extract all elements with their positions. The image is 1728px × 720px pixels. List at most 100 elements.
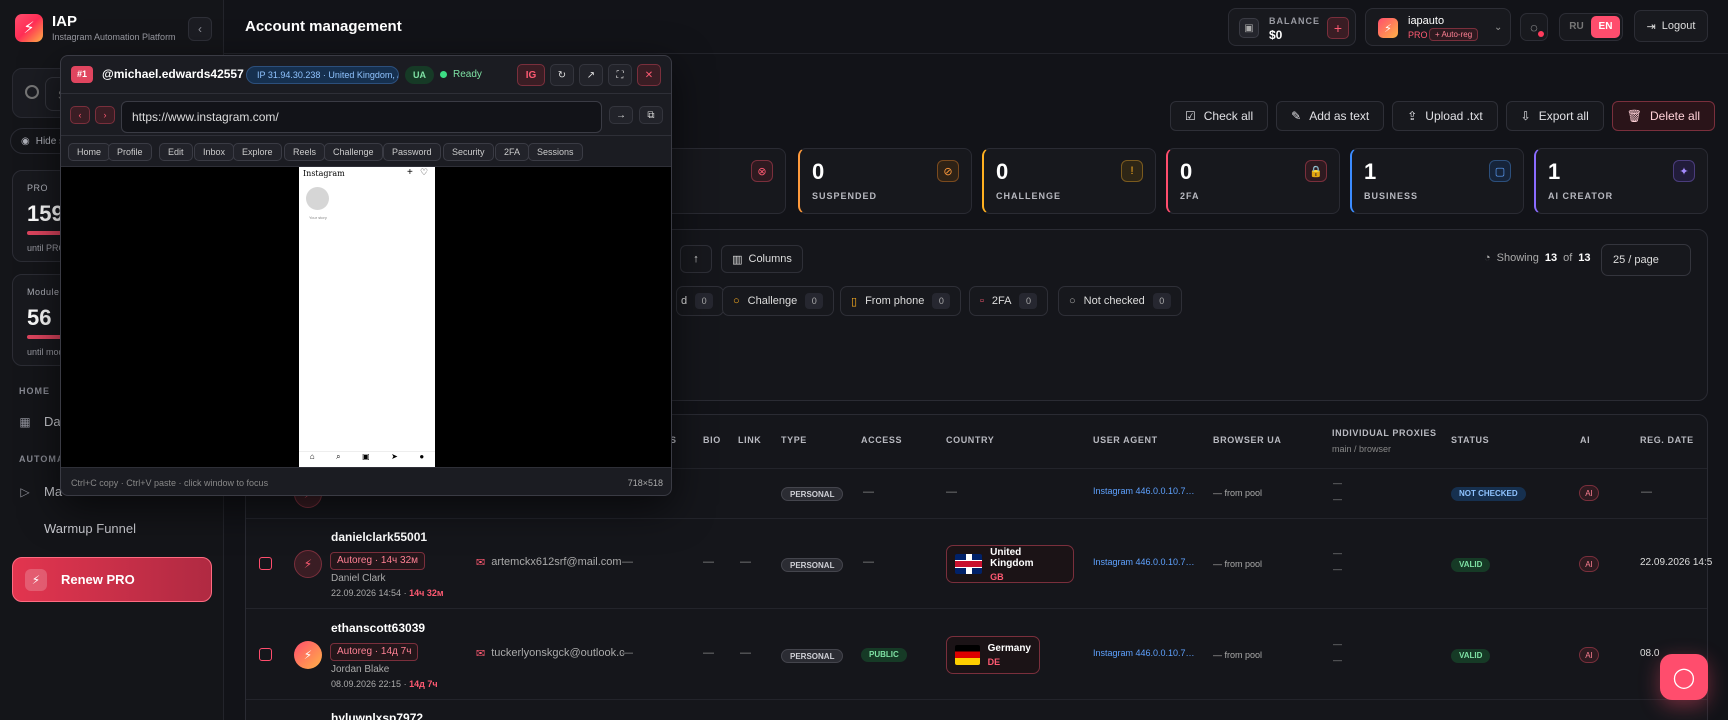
col-header-proxies: INDIVIDUAL PROXIES (1332, 428, 1437, 438)
row-divider (246, 518, 1707, 519)
mail-icon: ✉ (476, 557, 486, 569)
quick-tab-home[interactable]: Home (68, 143, 111, 161)
heart-icon[interactable]: ♡ (420, 167, 428, 178)
section-automation: AUTOMA (19, 454, 65, 464)
forward-button[interactable]: › (95, 106, 115, 124)
popup-titlebar[interactable]: #1 @michael.edwards42557 IP 31.94.30.238… (61, 56, 671, 94)
sidebar-item-warmup-funnel[interactable]: Warmup Funnel (18, 521, 136, 536)
close-popup-button[interactable]: ✕ (637, 64, 661, 86)
status-dot-icon (440, 71, 447, 78)
chip-label: From phone (865, 295, 925, 307)
row-checkbox[interactable] (259, 648, 272, 661)
browser-popup-window[interactable]: #1 @michael.edwards42557 IP 31.94.30.238… (60, 55, 672, 496)
country-code: GB (990, 571, 1004, 582)
sidebar-item-mass[interactable]: ▷ Ma (18, 484, 62, 499)
access-value: — (863, 556, 874, 568)
back-button[interactable]: ‹ (70, 106, 90, 124)
created-date: 22.09.2026 14:54 · (331, 588, 407, 598)
sidebar-item-dashboard[interactable]: ▦ Da (18, 414, 61, 429)
home-icon[interactable]: ⌂ (310, 452, 315, 467)
download-icon: ⇩ (1520, 109, 1531, 123)
lang-en[interactable]: EN (1591, 16, 1620, 38)
filter-chip-challenge[interactable]: ○ Challenge 0 (722, 286, 835, 316)
bio-value: — (703, 647, 714, 659)
row-divider (246, 608, 1707, 609)
ai-badge[interactable]: AI (1579, 556, 1599, 572)
reels-icon[interactable]: ▣ (362, 452, 370, 467)
user-agent-link[interactable]: Instagram 446.0.0.10.7… (1093, 486, 1195, 496)
refresh-button[interactable]: ↻ (550, 64, 574, 86)
funnel-icon (18, 522, 32, 536)
quick-tab-explore[interactable]: Explore (233, 143, 282, 161)
ban-icon: ⊗ (751, 160, 773, 182)
browser-ua-value: — from pool (1213, 650, 1263, 660)
url-input[interactable]: https://www.instagram.com/ (121, 101, 602, 133)
open-instagram-button[interactable]: IG (517, 64, 545, 86)
copy-url-button[interactable]: ⧉ (639, 106, 663, 124)
browser-viewport[interactable]: Instagram + ♡ Your story ⌂ ⌕ ▣ ➤ ● (61, 167, 671, 467)
new-post-icon[interactable]: + (407, 167, 413, 178)
go-button[interactable]: → (609, 106, 633, 124)
user-agent-link[interactable]: Instagram 446.0.0.10.7… (1093, 557, 1195, 567)
filter-chip-2fa[interactable]: ▫ 2FA 0 (969, 286, 1049, 316)
fullscreen-button[interactable]: ⛶ (608, 64, 632, 86)
quick-tab-inbox[interactable]: Inbox (194, 143, 235, 161)
renew-pro-button[interactable]: ⚡ Renew PRO (12, 557, 212, 602)
col-header-access: ACCESS (861, 435, 903, 445)
send-icon[interactable]: ➤ (391, 452, 398, 467)
per-page-select[interactable]: 25 / page (1601, 244, 1691, 276)
instagram-page[interactable]: Instagram + ♡ Your story ⌂ ⌕ ▣ ➤ ● (299, 167, 435, 467)
quick-tab-2fa[interactable]: 2FA (495, 143, 530, 161)
ua-badge: UA (405, 66, 434, 84)
story-avatar[interactable] (306, 187, 329, 210)
account-username[interactable]: hyluwnlxsp7972 (331, 711, 423, 720)
refresh-icon: ↻ (557, 69, 567, 81)
filter-chip-suspended[interactable]: d 0 (676, 286, 725, 316)
support-button[interactable]: ◌ (1520, 13, 1548, 41)
logout-button[interactable]: ⇥ Logout (1634, 10, 1708, 42)
col-header-bio: BIO (703, 435, 721, 445)
quick-tab-profile[interactable]: Profile (108, 143, 152, 161)
collapse-sidebar-button[interactable]: ‹ (188, 17, 212, 41)
chip-label: 2FA (991, 295, 1012, 307)
filter-chip-from-phone[interactable]: ▯ From phone 0 (840, 286, 962, 316)
ai-badge[interactable]: AI (1579, 485, 1599, 501)
add-as-text-button[interactable]: ✎ Add as text (1276, 101, 1385, 131)
phone-icon: ▯ (851, 295, 858, 308)
quick-tab-challenge[interactable]: Challenge (324, 143, 383, 161)
export-all-button[interactable]: ⇩ Export all (1505, 101, 1604, 131)
brand: ⚡ IAP Instagram Automation Platform (15, 13, 176, 42)
popup-index: #1 (71, 66, 94, 83)
check-all-button[interactable]: ☑ Check all (1170, 101, 1269, 131)
quick-tab-sessions[interactable]: Sessions (528, 143, 583, 161)
quick-tab-security[interactable]: Security (443, 143, 494, 161)
quick-tab-edit[interactable]: Edit (159, 143, 193, 161)
columns-label: Columns (748, 253, 792, 265)
lang-ru[interactable]: RU (1562, 16, 1591, 38)
upload-txt-button[interactable]: ⇪ Upload .txt (1392, 101, 1498, 131)
ai-badge[interactable]: AI (1579, 647, 1599, 663)
user-menu[interactable]: ⚡ iapauto PRO + Auto-reg ⌄ (1365, 8, 1511, 46)
open-external-button[interactable]: ↗ (579, 64, 603, 86)
account-username[interactable]: ethanscott63039 (331, 621, 425, 635)
quick-tab-password[interactable]: Password (383, 143, 441, 161)
delete-all-button[interactable]: 🗑 Delete all (1611, 101, 1716, 131)
support-chat-button[interactable]: ◯ (1660, 654, 1708, 700)
add-balance-button[interactable]: + (1327, 17, 1349, 39)
profile-icon[interactable]: ● (419, 452, 424, 467)
stat-card-challenge: 0 CHALLENGE ! (982, 148, 1156, 214)
row-checkbox[interactable] (259, 557, 272, 570)
filter-chip-not-checked[interactable]: ○ Not checked 0 (1058, 286, 1182, 316)
status-badge: VALID (1451, 558, 1491, 572)
columns-button[interactable]: ▥ Columns (721, 245, 803, 273)
email-cell: ✉ artemckx612srf@mail.com (476, 556, 622, 569)
sort-button[interactable]: ↑ (680, 245, 712, 273)
quick-tab-reels[interactable]: Reels (284, 143, 326, 161)
arrow-up-icon: ↑ (693, 253, 699, 265)
user-agent-link[interactable]: Instagram 446.0.0.10.7… (1093, 648, 1195, 658)
upload-txt-label: Upload .txt (1425, 109, 1483, 123)
sidebar-item-label: Da (44, 414, 61, 429)
account-username[interactable]: danielclark55001 (331, 530, 427, 544)
search-icon[interactable]: ⌕ (336, 452, 340, 467)
lightning-icon: ⚡ (25, 568, 47, 591)
